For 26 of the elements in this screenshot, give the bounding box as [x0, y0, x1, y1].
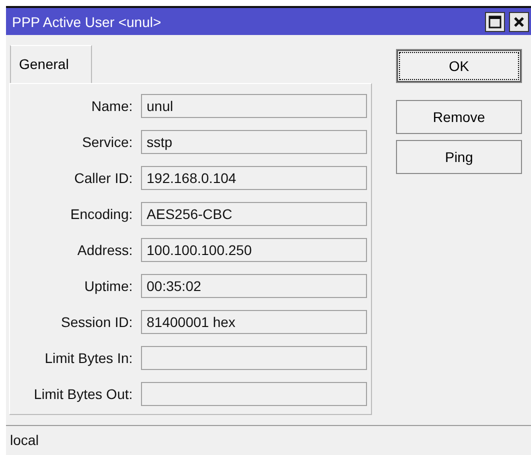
- dialog-button[interactable]: Ping: [396, 140, 522, 174]
- field-label: Address:: [76, 242, 133, 258]
- input-field[interactable]: 00:35:02: [140, 274, 367, 298]
- status-bar: local: [6, 425, 531, 455]
- input-field[interactable]: 100.100.100.250: [140, 238, 367, 262]
- field-label: Encoding:: [69, 206, 133, 222]
- field-label: Caller ID:: [73, 170, 133, 186]
- field-label: Uptime:: [83, 278, 133, 294]
- field-label: Limit Bytes Out:: [32, 386, 133, 402]
- field-label: Session ID:: [60, 314, 133, 330]
- maximize-icon[interactable]: [485, 12, 505, 32]
- input-field[interactable]: sstp: [140, 130, 367, 154]
- field-label: Limit Bytes In:: [44, 350, 133, 366]
- input-field[interactable]: [140, 382, 367, 406]
- window-title: PPP Active User <unul>: [12, 14, 162, 30]
- field-label: Name:: [90, 98, 133, 114]
- tab[interactable]: General: [10, 45, 92, 83]
- dialog-button[interactable]: Remove: [396, 100, 522, 134]
- input-field[interactable]: AES256-CBC: [140, 202, 367, 226]
- input-field[interactable]: 81400001 hex: [140, 310, 367, 334]
- input-field[interactable]: unul: [140, 94, 367, 118]
- input-field[interactable]: [140, 346, 367, 370]
- field-label: Service:: [81, 134, 133, 150]
- input-field[interactable]: 192.168.0.104: [140, 166, 367, 190]
- close-icon[interactable]: [509, 12, 529, 32]
- dialog-button[interactable]: OK: [396, 49, 522, 83]
